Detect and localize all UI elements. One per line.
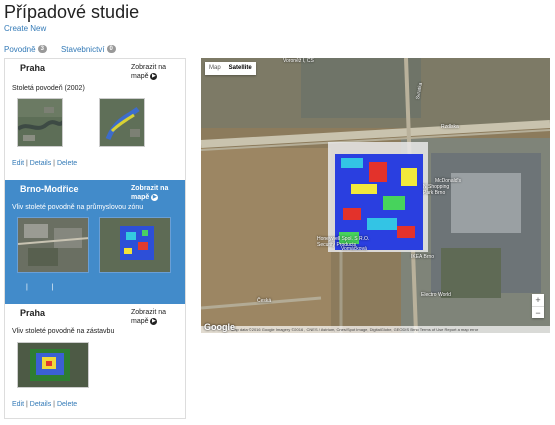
map-attribution[interactable]: Map data ©2016 Google Imagery ©2016 , CN… xyxy=(201,326,550,333)
tick-mark: | xyxy=(51,284,54,291)
zoom-in-button[interactable]: + xyxy=(532,294,544,306)
case-description: Vliv stoleté povodně na zástavbu xyxy=(12,328,115,335)
arrow-right-icon: ▶ xyxy=(151,193,159,201)
tab-label: Povodně xyxy=(4,44,36,54)
separator: | xyxy=(53,401,55,408)
case-description: Stoletá povodeň (2002) xyxy=(12,85,85,92)
page-title: Případové studie xyxy=(4,2,140,22)
flood-map-image xyxy=(100,99,144,146)
case-list-panel: Praha Zobrazit na mapě ▶ Stoletá povodeň… xyxy=(4,58,186,419)
place-label: Česká xyxy=(257,298,272,304)
tab-label: Stavebnictví xyxy=(60,44,105,54)
case-card[interactable]: Praha Zobrazit na mapě ▶ Vliv stoleté po… xyxy=(5,304,185,418)
satellite-map[interactable]: Map Satellite Voroněž I, CS Svratka Vomá… xyxy=(201,58,550,333)
tab-stavebnictvi[interactable]: Stavebnictví 0 xyxy=(61,43,116,55)
place-label: Park Brno xyxy=(423,190,446,196)
place-label: McDonald's xyxy=(435,178,461,184)
place-label: Security Products xyxy=(317,242,357,248)
place-label: Electro World xyxy=(421,292,451,298)
google-logo[interactable]: Google xyxy=(204,322,235,332)
case-tabs: Povodně 3 Stavebnictví 0 xyxy=(4,43,116,55)
separator: | xyxy=(26,401,28,408)
case-title: Praha xyxy=(20,63,46,73)
separator: | xyxy=(53,160,55,167)
show-on-map-link[interactable]: Zobrazit na mapě ▶ xyxy=(131,184,181,202)
count-badge: 0 xyxy=(106,45,116,53)
details-link[interactable]: Details xyxy=(30,160,51,167)
case-actions: Edit | Details | Delete xyxy=(12,160,77,167)
case-thumbnail[interactable] xyxy=(17,217,89,273)
arrow-right-icon: ▶ xyxy=(150,72,158,80)
carousel-ticks: | | xyxy=(26,284,54,291)
case-card-selected[interactable]: Brno-Modřice Zobrazit na mapě ▶ Vliv sto… xyxy=(5,180,185,304)
tab-povodne[interactable]: Povodně 3 xyxy=(4,43,47,55)
satellite-imagery xyxy=(201,58,550,333)
case-thumbnail[interactable] xyxy=(17,342,89,388)
zoom-out-button[interactable]: − xyxy=(532,306,544,318)
create-new-link[interactable]: Create New xyxy=(4,24,46,33)
case-title: Brno-Modřice xyxy=(20,184,79,194)
separator: | xyxy=(26,160,28,167)
industrial-aerial-image xyxy=(18,218,88,272)
delete-link[interactable]: Delete xyxy=(57,160,77,167)
show-on-map-link[interactable]: Zobrazit na mapě ▶ xyxy=(131,308,181,326)
map-type-control: Map Satellite xyxy=(205,62,256,75)
tick-mark: | xyxy=(26,284,28,291)
case-description: Vliv stoleté povodně na průmyslovou zónu xyxy=(12,204,144,211)
place-label: Rzdlska xyxy=(441,124,459,130)
flood-simulation-image xyxy=(100,218,170,272)
case-thumbnail[interactable] xyxy=(99,217,171,273)
arrow-right-icon: ▶ xyxy=(150,317,158,325)
case-thumbnail[interactable] xyxy=(17,98,63,147)
case-card[interactable]: Praha Zobrazit na mapě ▶ Stoletá povodeň… xyxy=(5,59,185,180)
place-label: IKEA Brno xyxy=(411,254,435,260)
map-type-satellite[interactable]: Satellite xyxy=(225,62,256,75)
edit-link[interactable]: Edit xyxy=(12,160,24,167)
show-on-map-link[interactable]: Zobrazit na mapě ▶ xyxy=(131,63,181,81)
count-badge: 3 xyxy=(37,45,47,53)
case-title: Praha xyxy=(20,308,46,318)
flood-zone-image xyxy=(18,343,88,387)
map-type-map[interactable]: Map xyxy=(205,62,225,75)
map-link-label: Zobrazit na mapě xyxy=(131,309,167,325)
map-link-label: Zobrazit na mapě xyxy=(131,185,169,201)
details-link[interactable]: Details xyxy=(30,401,51,408)
river-aerial-image xyxy=(18,99,62,146)
case-thumbnail[interactable] xyxy=(99,98,145,147)
case-actions: Edit | Details | Delete xyxy=(12,401,77,408)
place-label: Voroněž I, CS xyxy=(283,58,314,64)
delete-link[interactable]: Delete xyxy=(57,401,77,408)
map-link-label: Zobrazit na mapě xyxy=(131,64,167,80)
edit-link[interactable]: Edit xyxy=(12,401,24,408)
zoom-control: + − xyxy=(532,294,544,318)
